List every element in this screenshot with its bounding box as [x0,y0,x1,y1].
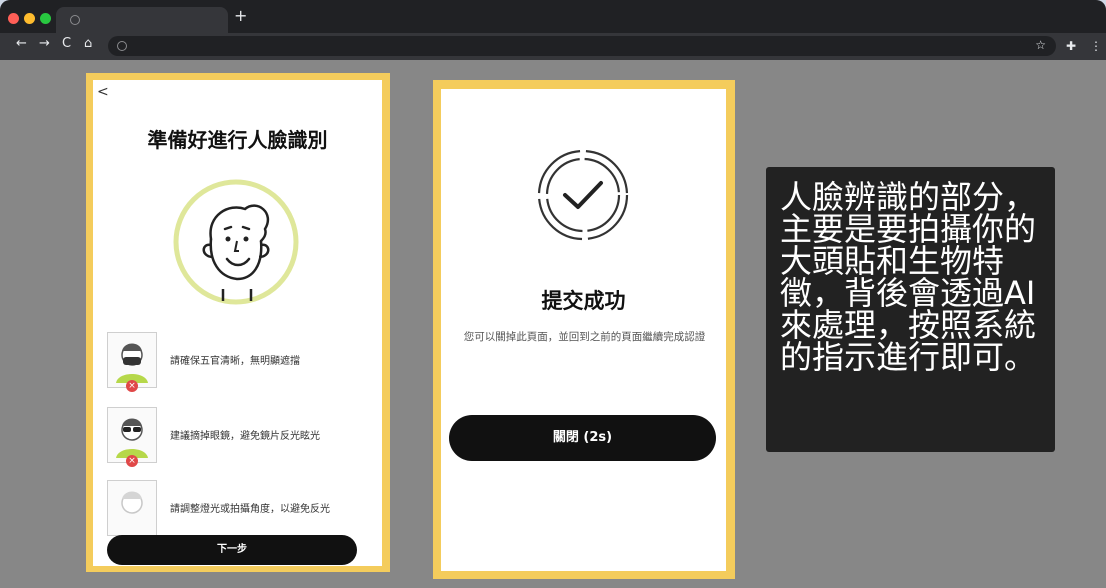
next-step-button[interactable]: 下一步 [107,535,357,565]
forward-icon[interactable]: → [39,36,50,51]
annotation-note: 人臉辨識的部分，主要是要拍攝你的大頭貼和生物特徵，背後會透過AI來處理，按照系統… [766,167,1055,452]
browser-toolbar: ← → C ⌂ ☆ ✚ ⋮ [0,33,1106,60]
close-button[interactable]: 關閉 (2s) [449,415,716,461]
screen-content: 提交成功 您可以關掉此頁面，並回到之前的頁面繼續完成認證 關閉 (2s) [441,89,726,571]
browser-menu-icon[interactable]: ⋮ [1090,39,1102,53]
page-title: 提交成功 [541,289,626,313]
tip-text: 請確保五官清晰，無明顯遮擋 [170,356,300,367]
page-title: 準備好進行人臉識別 [147,128,328,152]
tip-text: 建議摘掉眼鏡，避免鏡片反光眩光 [170,431,320,442]
faded-face-icon [107,480,157,536]
close-window-button[interactable] [8,13,19,24]
phone-screen-submit-success: 提交成功 您可以關掉此頁面，並回到之前的頁面繼續完成認證 關閉 (2s) [433,80,735,579]
site-info-icon[interactable] [117,41,127,51]
bookmark-star-icon[interactable]: ☆ [1035,38,1046,52]
error-badge-icon: × [126,455,138,467]
address-bar[interactable]: ☆ [108,36,1056,56]
face-illustration-icon [171,177,301,307]
tip-item-clear-face: × 請確保五官清晰，無明顯遮擋 [107,332,377,392]
new-tab-button[interactable]: + [234,8,247,24]
extensions-icon[interactable]: ✚ [1066,39,1076,53]
minimize-window-button[interactable] [24,13,35,24]
home-icon[interactable]: ⌂ [84,36,92,51]
description-text: 您可以關掉此頁面，並回到之前的頁面繼續完成認證 [463,331,706,343]
error-badge-icon: × [126,380,138,392]
globe-icon [70,15,80,25]
back-chevron-icon[interactable]: < [97,84,109,100]
screen-content: < 準備好進行人臉識別 × 請確保五官清晰，無明顯遮擋 × 建議摘掉眼鏡，避免鏡… [93,80,382,566]
checkmark-circle-icon [533,145,633,245]
reload-icon[interactable]: C [62,36,71,51]
back-icon[interactable]: ← [16,36,27,51]
tip-text: 請調整燈光或拍攝角度，以避免反光 [170,504,330,515]
tab-bar: + [0,0,1106,33]
browser-window: + ← → C ⌂ ☆ ✚ ⋮ < 準備好進行人臉識別 × 請確保五官清晰，無明… [0,0,1106,588]
tip-item-lighting: 請調整燈光或拍攝角度，以避免反光 [107,480,377,538]
browser-tab[interactable] [56,7,228,33]
maximize-window-button[interactable] [40,13,51,24]
tip-item-glasses: × 建議摘掉眼鏡，避免鏡片反光眩光 [107,407,377,467]
phone-screen-face-recognition: < 準備好進行人臉識別 × 請確保五官清晰，無明顯遮擋 × 建議摘掉眼鏡，避免鏡… [86,73,390,572]
